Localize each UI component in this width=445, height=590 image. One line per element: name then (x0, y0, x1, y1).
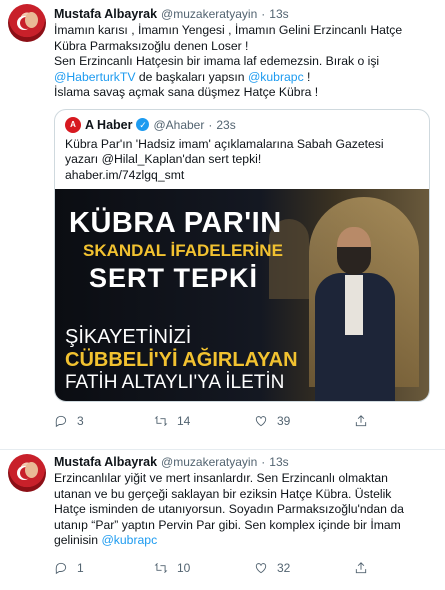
avatar[interactable] (8, 454, 46, 492)
share-icon (355, 561, 367, 573)
text-segment: utanan ve bu gerçeği saklayan bir eziksi… (54, 486, 392, 501)
author-name[interactable]: Mustafa Albayrak (54, 6, 157, 22)
reply-button[interactable]: 1 (54, 561, 154, 575)
tweet-header: Mustafa Albayrak @muzakeratyayin · 13s (54, 6, 435, 22)
tweet-actions: 1 10 32 (54, 561, 384, 575)
like-count: 39 (277, 414, 291, 428)
text-segment: Kübra Par'ın 'Hadsiz imam' açıklamaların… (65, 136, 384, 151)
text-line: Kübra Par'ın 'Hadsiz imam' açıklamaların… (65, 137, 419, 153)
text-line: İmamın karısı , İmamın Yengesi , İmamın … (54, 23, 435, 39)
like-button[interactable]: 39 (254, 414, 354, 428)
share-button[interactable] (354, 561, 384, 575)
ahaber-logo-avatar: A (65, 116, 81, 133)
text-segment: de başkaları yapsın (135, 69, 248, 84)
mention-link[interactable]: @kubrapc (101, 533, 157, 547)
share-icon (355, 415, 367, 427)
text-line: utanan ve bu gerçeği saklayan bir eziksi… (54, 487, 435, 503)
reply-icon (55, 562, 67, 574)
image-headline-2: SKANDAL İFADELERİNE (83, 241, 283, 260)
image-caption-2: CÜBBELİ'Yİ AĞIRLAYAN (65, 349, 298, 371)
quoted-tweet-text: Kübra Par'ın 'Hadsiz imam' açıklamaların… (65, 137, 419, 184)
retweet-button[interactable]: 10 (154, 561, 254, 575)
text-segment: İmamın karısı , İmamın Yengesi , İmamın … (54, 23, 403, 37)
separator-dot: · (261, 455, 266, 469)
text-segment: Kübra Parmaksızoğlu denen Loser ! (54, 38, 249, 53)
text-line: İslama savaş açmak sana düşmez Hatçe Küb… (54, 85, 435, 101)
quoted-author-name: A Haber (85, 117, 133, 132)
text-segment: ! (303, 69, 311, 84)
quoted-tweet-image[interactable]: KÜBRA PAR'IN SKANDAL İFADELERİNE SERT TE… (55, 189, 429, 401)
reply-button[interactable]: 3 (54, 414, 154, 428)
tweet-actions: 3 14 39 (54, 414, 384, 428)
retweet-icon (154, 416, 168, 426)
text-line: utanıp “Par” yaptın Pervin Par gibi. Sen… (54, 518, 435, 534)
author-handle[interactable]: @muzakeratyayin (161, 6, 257, 22)
heart-icon (255, 562, 267, 573)
quoted-tweet-header: A A Haber ✓ @Ahaber · 23s (65, 116, 419, 133)
mention-link[interactable]: @HaberturkTV (54, 70, 135, 84)
text-segment: Sen Erzincanlı Hatçesin bir imama laf ed… (54, 54, 380, 68)
retweet-count: 14 (177, 414, 191, 428)
text-segment: yazarı @Hilal_Kaplan'dan sert tepki! (65, 152, 262, 166)
text-segment: utanıp “Par” yaptın Pervin Par gibi. Sen… (54, 517, 401, 532)
tweet-header: Mustafa Albayrak @muzakeratyayin · 13s (54, 454, 435, 470)
text-line: ahaber.im/74zlgq_smt (65, 168, 419, 184)
quoted-tweet[interactable]: A A Haber ✓ @Ahaber · 23s Kübra Par'ın '… (54, 108, 430, 402)
like-count: 32 (277, 560, 291, 575)
tweet-time[interactable]: 13s (269, 454, 288, 470)
image-caption-3: FATİH ALTAYLI'YA İLETİN (65, 372, 285, 393)
tweet-text: İmamın karısı , İmamın Yengesi , İmamın … (54, 23, 435, 101)
text-segment: ahaber.im/74zlgq_smt (65, 167, 185, 182)
text-segment: gelinisin (54, 533, 102, 547)
verified-badge-icon: ✓ (136, 118, 150, 131)
retweet-icon (154, 562, 168, 573)
text-segment: İslama savaş açmak sana düşmez Hatçe Küb… (54, 85, 319, 99)
text-segment: Erzincanlılar yiğit ve mert insanlardır.… (54, 471, 388, 485)
share-button[interactable] (354, 414, 384, 428)
avatar[interactable] (8, 4, 46, 42)
separator-dot: · (208, 117, 213, 132)
separator-dot: · (261, 7, 266, 21)
text-line: @HaberturkTV de başkaları yapsın @kubrap… (54, 70, 435, 86)
heart-icon (255, 416, 267, 427)
like-button[interactable]: 32 (254, 561, 354, 575)
image-caption-1: ŞİKAYETİNİZİ (65, 326, 192, 348)
text-line: Kübra Parmaksızoğlu denen Loser ! (54, 39, 435, 55)
text-line: Erzincanlılar yiğit ve mert insanlardır.… (54, 471, 435, 487)
tweet-text: Erzincanlılar yiğit ve mert insanlardır.… (54, 471, 435, 549)
reply-count: 1 (77, 560, 84, 575)
tweet[interactable]: Mustafa Albayrak @muzakeratyayin · 13s İ… (0, 0, 445, 450)
text-line: Hatçe isminden de utanıyorsun. Soyadın P… (54, 502, 435, 518)
text-line: yazarı @Hilal_Kaplan'dan sert tepki! (65, 152, 419, 168)
person-photo (309, 227, 401, 401)
reply-count: 3 (77, 414, 84, 428)
author-handle[interactable]: @muzakeratyayin (161, 454, 257, 470)
tweet-time[interactable]: 13s (269, 6, 288, 22)
quoted-author-handle: @Ahaber (153, 117, 205, 132)
quoted-tweet-time: 23s (216, 117, 236, 132)
author-name[interactable]: Mustafa Albayrak (54, 454, 157, 470)
mention-link[interactable]: @kubrapc (248, 70, 304, 84)
image-headline-1: KÜBRA PAR'IN (69, 207, 282, 239)
tweet[interactable]: Mustafa Albayrak @muzakeratyayin · 13s E… (0, 450, 445, 590)
retweet-count: 10 (177, 560, 191, 575)
text-segment: Hatçe isminden de utanıyorsun. Soyadın P… (54, 502, 404, 516)
text-line: gelinisin @kubrapc (54, 533, 435, 549)
text-line: Sen Erzincanlı Hatçesin bir imama laf ed… (54, 54, 435, 70)
reply-icon (55, 415, 67, 428)
image-headline-3: SERT TEPKİ (89, 263, 259, 293)
retweet-button[interactable]: 14 (154, 414, 254, 428)
